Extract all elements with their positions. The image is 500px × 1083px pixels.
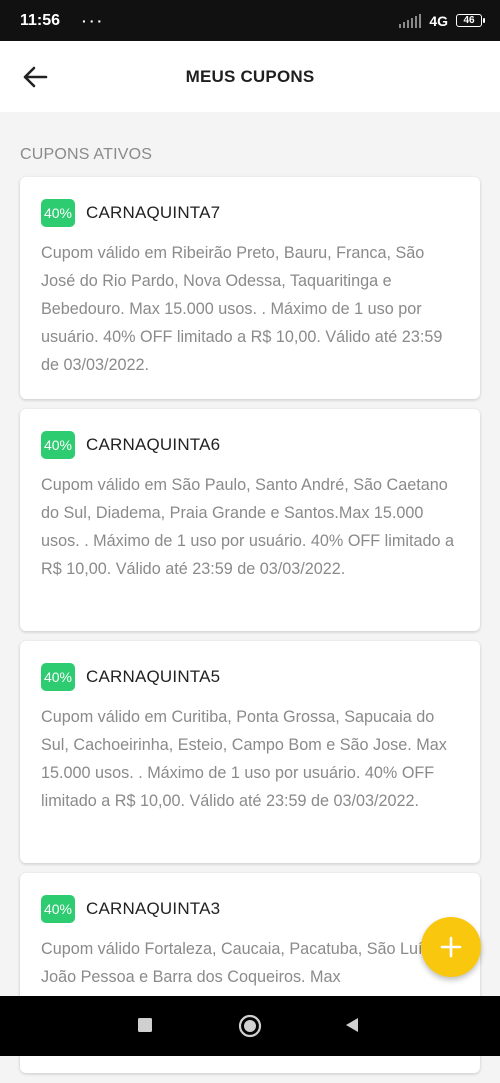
- add-coupon-button[interactable]: [421, 917, 481, 977]
- section-label: CUPONS ATIVOS: [20, 146, 153, 163]
- status-left: 11:56 ···: [20, 12, 105, 30]
- status-time: 11:56: [20, 11, 61, 29]
- battery-icon: 46: [456, 14, 485, 27]
- system-back-button[interactable]: [344, 1017, 360, 1033]
- discount-badge: 40%: [41, 199, 75, 227]
- coupon-card[interactable]: 40% CARNAQUINTA6 Cupom válido em São Pau…: [20, 409, 480, 631]
- plus-icon: [440, 936, 462, 958]
- coupon-list: 40% CARNAQUINTA7 Cupom válido em Ribeirã…: [20, 177, 480, 1083]
- page-title: MEUS CUPONS: [185, 66, 315, 86]
- circle-icon: [238, 1014, 262, 1038]
- coupon-code: CARNAQUINTA6: [86, 435, 221, 454]
- triangle-left-icon: [346, 1018, 358, 1032]
- system-nav-bar: [0, 996, 500, 1056]
- coupon-description: Cupom válido em Ribeirão Preto, Bauru, F…: [41, 244, 443, 374]
- discount-badge: 40%: [41, 895, 75, 923]
- coupon-code: CARNAQUINTA5: [86, 667, 221, 686]
- coupon-code: CARNAQUINTA7: [86, 203, 221, 222]
- square-icon: [138, 1018, 152, 1032]
- coupon-card[interactable]: 40% CARNAQUINTA5 Cupom válido em Curitib…: [20, 641, 480, 863]
- arrow-left-icon: [23, 66, 48, 87]
- recents-button[interactable]: [137, 1017, 153, 1033]
- back-button[interactable]: [18, 60, 52, 94]
- network-type: 4G: [429, 12, 448, 29]
- coupon-description: Cupom válido em São Paulo, Santo André, …: [41, 476, 454, 578]
- home-button[interactable]: [238, 1014, 262, 1038]
- discount-badge: 40%: [41, 431, 75, 459]
- coupon-header: 40% CARNAQUINTA3: [41, 895, 460, 923]
- coupon-card[interactable]: 40% CARNAQUINTA7 Cupom válido em Ribeirã…: [20, 177, 480, 399]
- coupon-description: Cupom válido em Curitiba, Ponta Grossa, …: [41, 708, 447, 810]
- discount-badge: 40%: [41, 663, 75, 691]
- coupon-header: 40% CARNAQUINTA6: [41, 431, 460, 459]
- status-dots: ···: [82, 12, 106, 29]
- coupon-code: CARNAQUINTA3: [86, 899, 221, 918]
- status-bar: 11:56 ··· 4G 46: [0, 0, 500, 41]
- coupon-description: Cupom válido Fortaleza, Caucaia, Pacatub…: [41, 940, 436, 986]
- status-right: 4G 46: [399, 12, 485, 29]
- coupon-header: 40% CARNAQUINTA5: [41, 663, 460, 691]
- signal-icon: [399, 13, 422, 28]
- battery-level: 46: [463, 14, 475, 26]
- coupon-header: 40% CARNAQUINTA7: [41, 199, 460, 227]
- app-bar: MEUS CUPONS: [0, 41, 500, 112]
